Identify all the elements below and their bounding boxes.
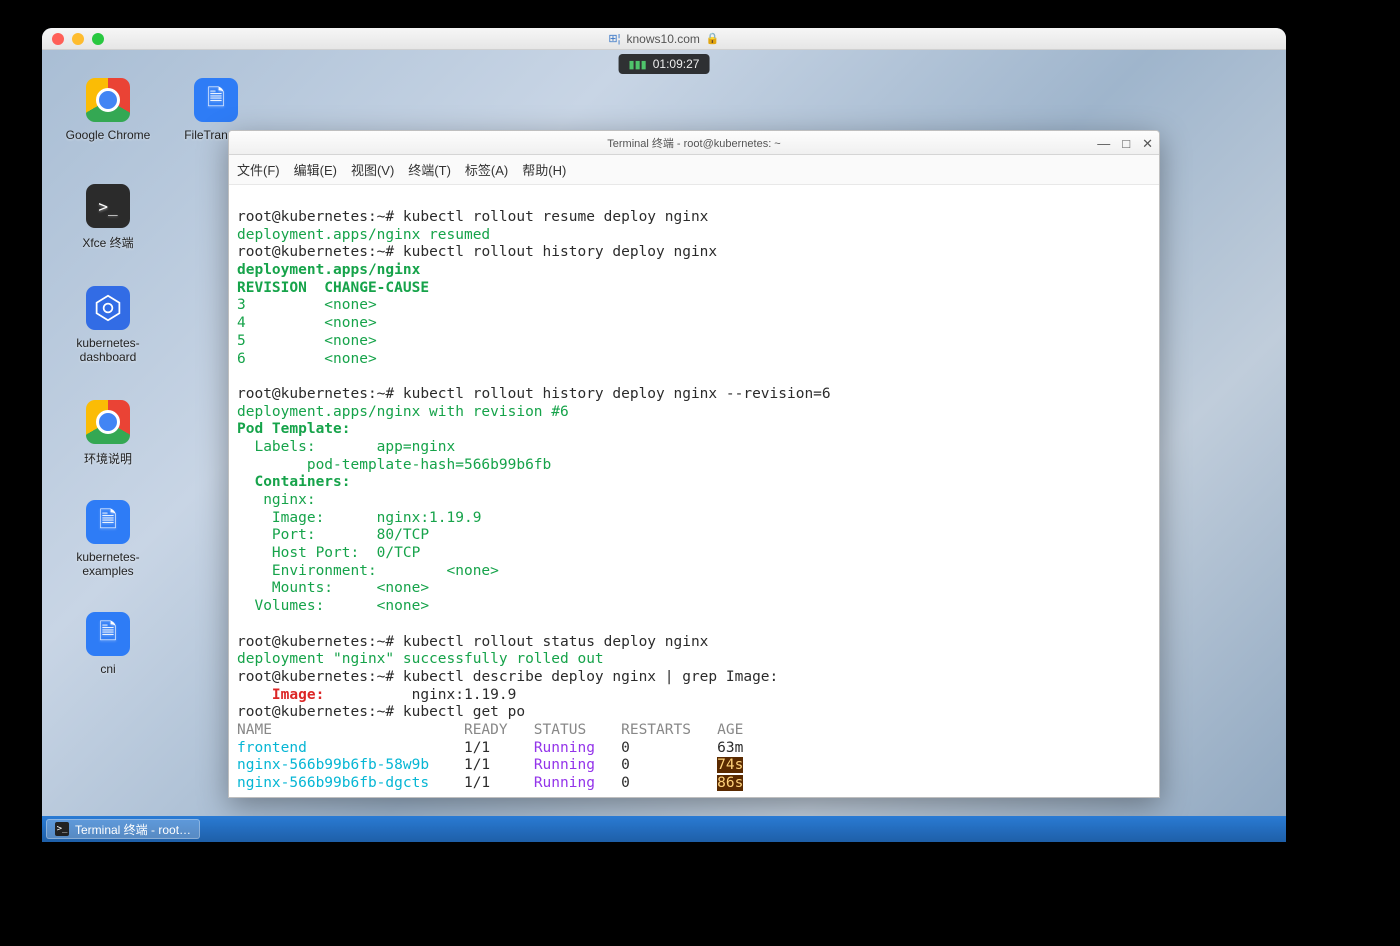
- pod-age: 74s: [717, 757, 743, 773]
- output-line: deployment.apps/nginx with revision #6: [237, 404, 569, 420]
- output-line: Host Port: 0/TCP: [237, 545, 420, 561]
- pod-age: 86s: [717, 775, 743, 791]
- terminal-icon: >_: [55, 822, 69, 836]
- pod-age: 63m: [708, 740, 743, 756]
- desktop-icon-chrome[interactable]: Google Chrome: [58, 78, 158, 142]
- terminal-window-controls: — □ ✕: [1097, 131, 1153, 155]
- folder-icon: 🗎: [194, 78, 238, 122]
- revision-row: 5 <none>: [237, 333, 377, 349]
- command: kubectl rollout status deploy nginx: [403, 634, 709, 650]
- taskbar-item-label: Terminal 终端 - root…: [75, 821, 191, 838]
- menu-tabs[interactable]: 标签(A): [465, 160, 508, 179]
- terminal-minimize-button[interactable]: —: [1097, 137, 1110, 150]
- folder-icon: 🗎: [86, 612, 130, 656]
- prompt: root@kubernetes:~#: [237, 386, 403, 402]
- desktop-icon-label: kubernetes-dashboard: [58, 336, 158, 364]
- pod-status: Running: [534, 757, 595, 773]
- desktop-icon-label: Google Chrome: [66, 128, 151, 142]
- folder-icon: 🗎: [86, 500, 130, 544]
- close-window-button[interactable]: [52, 33, 64, 45]
- command: kubectl get po: [403, 704, 525, 720]
- terminal-title: Terminal 终端 - root@kubernetes: ~: [607, 135, 780, 151]
- prompt: root@kubernetes:~#: [237, 634, 403, 650]
- command: kubectl describe deploy nginx | grep Ima…: [403, 669, 778, 685]
- pod-ready: 1/1: [447, 740, 534, 756]
- output-line: nginx:: [237, 492, 316, 508]
- terminal-titlebar[interactable]: Terminal 终端 - root@kubernetes: ~ — □ ✕: [229, 131, 1159, 155]
- output-line: Containers:: [237, 474, 351, 490]
- revision-row: 6 <none>: [237, 351, 377, 367]
- prompt: root@kubernetes:~#: [237, 704, 403, 720]
- menu-edit[interactable]: 编辑(E): [294, 160, 337, 179]
- terminal-menubar: 文件(F) 编辑(E) 视图(V) 终端(T) 标签(A) 帮助(H): [229, 155, 1159, 185]
- terminal-window[interactable]: Terminal 终端 - root@kubernetes: ~ — □ ✕ 文…: [228, 130, 1160, 798]
- traffic-lights: [52, 33, 104, 45]
- browser-titlebar: ⊞¦ knows10.com 🔒: [42, 28, 1286, 50]
- grep-match-value: nginx:1.19.9: [324, 687, 516, 703]
- browser-url: ⊞¦ knows10.com 🔒: [608, 32, 719, 46]
- desktop-icon-label: 环境说明: [84, 450, 132, 467]
- prompt: root@kubernetes:~#: [237, 209, 403, 225]
- pod-name: nginx-566b99b6fb-dgcts: [237, 775, 447, 791]
- desktop-icon-label: cni: [100, 662, 115, 676]
- pod-header: NAME READY STATUS RESTARTS AGE: [237, 722, 743, 738]
- output-line: Pod Template:: [237, 421, 351, 437]
- output-line: pod-template-hash=566b99b6fb: [237, 457, 551, 473]
- pod-ready: 1/1: [447, 757, 534, 773]
- terminal-maximize-button[interactable]: □: [1122, 137, 1130, 150]
- pod-restarts: 0: [595, 775, 717, 791]
- browser-window: ⊞¦ knows10.com 🔒 ▮▮▮ 01:09:27 Google Chr…: [42, 28, 1286, 842]
- menu-terminal[interactable]: 终端(T): [408, 160, 451, 179]
- desktop-icon-xfce-terminal[interactable]: >_ Xfce 终端: [58, 184, 158, 251]
- output-line: Environment: <none>: [237, 563, 499, 579]
- command: kubectl rollout resume deploy nginx: [403, 209, 709, 225]
- desktop-icon-env-desc[interactable]: 环境说明: [58, 400, 158, 467]
- desktop-icon-label: Xfce 终端: [82, 234, 133, 251]
- pod-restarts: 0: [595, 757, 717, 773]
- output-line: Mounts: <none>: [237, 580, 429, 596]
- chrome-icon: [86, 78, 130, 122]
- output-line: Image: nginx:1.19.9: [237, 510, 481, 526]
- taskbar-item-terminal[interactable]: >_ Terminal 终端 - root…: [46, 819, 200, 839]
- output-line: deployment.apps/nginx resumed: [237, 227, 490, 243]
- terminal-output[interactable]: root@kubernetes:~# kubectl rollout resum…: [229, 185, 1159, 797]
- kubernetes-icon: [86, 286, 130, 330]
- minimize-window-button[interactable]: [72, 33, 84, 45]
- pod-restarts: 0: [595, 740, 709, 756]
- output-line: Volumes: <none>: [237, 598, 429, 614]
- terminal-close-button[interactable]: ✕: [1142, 137, 1153, 150]
- output-header: REVISION CHANGE-CAUSE: [237, 280, 429, 296]
- taskbar[interactable]: >_ Terminal 终端 - root…: [42, 816, 1286, 842]
- prompt: root@kubernetes:~#: [237, 669, 403, 685]
- zoom-window-button[interactable]: [92, 33, 104, 45]
- remote-desktop[interactable]: Google Chrome 🗎 FileTransfer >_ Xfce 终端 …: [42, 50, 1286, 816]
- output-line: deployment "nginx" successfully rolled o…: [237, 651, 604, 667]
- url-text: knows10.com: [627, 32, 700, 46]
- pod-status: Running: [534, 740, 595, 756]
- command: kubectl rollout history deploy nginx --r…: [403, 386, 831, 402]
- desktop-icon-label: kubernetes-examples: [58, 550, 158, 578]
- revision-row: 3 <none>: [237, 297, 377, 313]
- menu-view[interactable]: 视图(V): [351, 160, 394, 179]
- command: kubectl rollout history deploy nginx: [403, 244, 717, 260]
- menu-help[interactable]: 帮助(H): [522, 160, 566, 179]
- pod-name: nginx-566b99b6fb-58w9b: [237, 757, 447, 773]
- pod-status: Running: [534, 775, 595, 791]
- prompt: root@kubernetes:~#: [237, 244, 403, 260]
- output-line: Labels: app=nginx: [237, 439, 455, 455]
- revision-row: 4 <none>: [237, 315, 377, 331]
- lock-icon: 🔒: [706, 32, 720, 45]
- output-line: Port: 80/TCP: [237, 527, 429, 543]
- chrome-icon: [86, 400, 130, 444]
- pod-name: frontend: [237, 740, 447, 756]
- desktop-icon-kubernetes-examples[interactable]: 🗎 kubernetes-examples: [58, 500, 158, 578]
- menu-file[interactable]: 文件(F): [237, 160, 280, 179]
- desktop-icon-cni[interactable]: 🗎 cni: [58, 612, 158, 676]
- pod-ready: 1/1: [447, 775, 534, 791]
- output-line: deployment.apps/nginx: [237, 262, 429, 278]
- grep-match-key: Image:: [237, 687, 324, 703]
- terminal-icon: >_: [86, 184, 130, 228]
- site-settings-icon: ⊞¦: [608, 32, 620, 45]
- desktop-icon-kubernetes-dashboard[interactable]: kubernetes-dashboard: [58, 286, 158, 364]
